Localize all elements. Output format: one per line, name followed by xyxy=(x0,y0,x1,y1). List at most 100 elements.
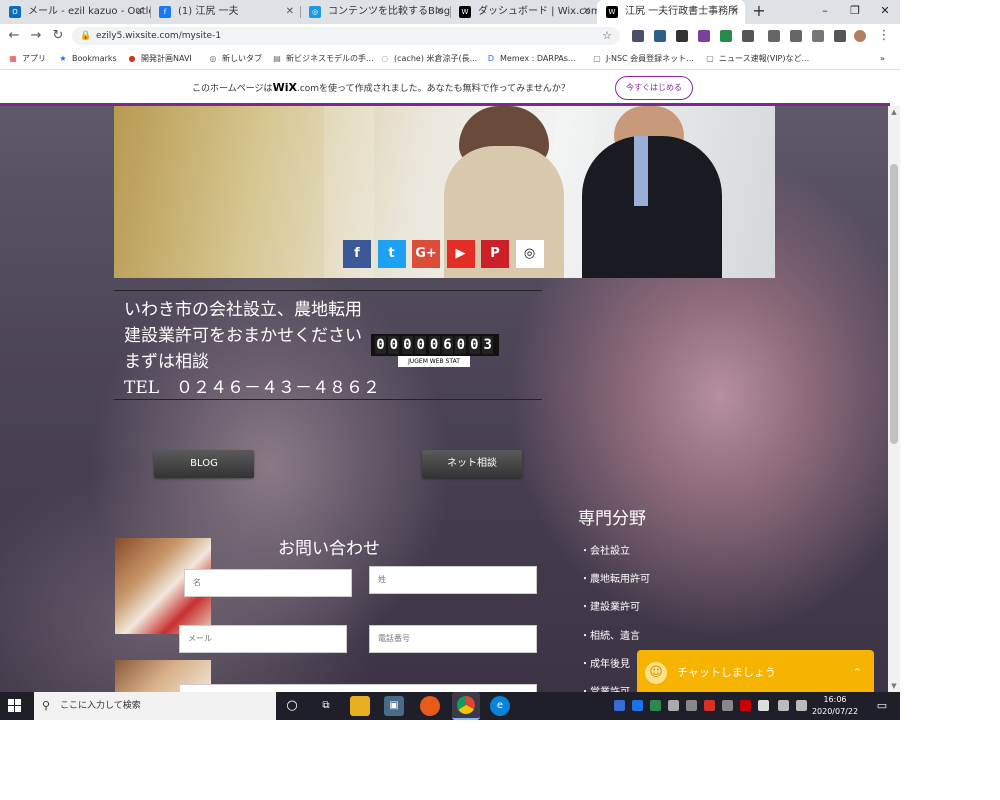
edge-icon[interactable]: e xyxy=(490,696,510,716)
youtube-icon[interactable]: ▶ xyxy=(446,240,475,268)
first-name-field[interactable]: 名 xyxy=(184,569,352,597)
specialty-item[interactable]: ・営業許可 xyxy=(580,683,630,692)
bookmark-item[interactable]: D Memex : DARPAs... xyxy=(486,48,576,70)
phone-field[interactable]: 電話番号 xyxy=(369,625,537,653)
bookmark-item[interactable]: ◎ 新しいタブ xyxy=(208,48,263,70)
bookmark-label: Bookmarks xyxy=(72,54,117,63)
file-explorer-icon[interactable] xyxy=(350,696,370,716)
bookmark-item[interactable]: ★ Bookmarks xyxy=(58,48,117,70)
pinterest-icon[interactable]: P xyxy=(481,240,509,268)
address-bar[interactable]: 🔒 ezily5.wixsite.com/mysite-1 ☆ xyxy=(72,27,620,45)
tray-icon[interactable] xyxy=(632,700,643,711)
close-window-button[interactable]: ✕ xyxy=(870,0,900,24)
maximize-button[interactable]: ❐ xyxy=(840,0,870,24)
specialty-item[interactable]: ・会社設立 xyxy=(580,542,630,557)
facebook-icon[interactable]: f xyxy=(343,240,371,268)
tray-icon[interactable] xyxy=(668,700,679,711)
browser-tab[interactable]: W ダッシュボード | Wix.com ✕ xyxy=(450,0,597,24)
extension-icon[interactable] xyxy=(790,30,802,42)
specialty-item[interactable]: ・成年後見 xyxy=(580,655,630,670)
volume-icon[interactable] xyxy=(796,700,807,711)
counter-digit: 6 xyxy=(442,336,453,354)
page-viewport: f t G+ ▶ P ◎ いわき市の会社設立、農地転用 建設業許可をおまかせください まず… xyxy=(0,106,888,692)
menu-icon[interactable]: ⋮ xyxy=(874,24,894,48)
browser-tab[interactable]: O メール - ezil kazuo - Outlook✕ xyxy=(0,0,150,24)
googleplus-icon[interactable]: G+ xyxy=(412,240,440,268)
browser-tab[interactable]: W 江尻 一夫行政書士事務所 ✕ xyxy=(597,0,745,24)
tray-icon[interactable] xyxy=(704,700,715,711)
bookmark-item[interactable]: ▤ 新ビジネスモデルの手... xyxy=(272,48,373,70)
page-scrollbar[interactable]: ▲ ▼ xyxy=(888,106,900,692)
tray-icon[interactable] xyxy=(740,700,751,711)
minimize-button[interactable]: – xyxy=(810,0,840,24)
bookmark-site-icon: ● xyxy=(128,54,136,63)
bookmark-star-icon[interactable]: ☆ xyxy=(602,27,612,45)
profile-avatar[interactable] xyxy=(854,30,866,42)
close-tab-icon[interactable]: ✕ xyxy=(583,0,591,24)
counter-label[interactable]: JUGEM WEB STAT xyxy=(398,356,470,367)
tray-icon[interactable] xyxy=(722,700,733,711)
cortana-icon[interactable]: ○ xyxy=(282,696,302,716)
chevron-up-icon[interactable]: ⌃ xyxy=(853,650,862,692)
wix-start-button[interactable]: 今すぐはじめる xyxy=(615,76,693,100)
tray-icon[interactable] xyxy=(650,700,661,711)
specialty-title: 専門分野 xyxy=(578,509,646,529)
close-tab-icon[interactable]: ✕ xyxy=(136,0,144,24)
task-view-icon[interactable]: ⧉ xyxy=(316,696,336,716)
url-text[interactable]: ezily5.wixsite.com/mysite-1 xyxy=(96,27,221,45)
firefox-icon[interactable] xyxy=(420,696,440,716)
close-tab-icon[interactable]: ✕ xyxy=(731,0,739,24)
smile-icon: ☺ xyxy=(645,662,667,684)
store-icon[interactable]: ▣ xyxy=(384,696,404,716)
chat-widget[interactable]: ☺ チャットしましょう ⌃ xyxy=(637,650,874,692)
extension-icon[interactable] xyxy=(676,30,688,42)
bookmark-item[interactable]: ◌ (cache) 米倉涼子(長... xyxy=(380,48,478,70)
extension-icon[interactable] xyxy=(632,30,644,42)
forward-icon[interactable]: → xyxy=(26,24,46,48)
message-field[interactable] xyxy=(179,684,537,692)
browser-tab[interactable]: ◎ コンテンツを比較するBlog方法✕ xyxy=(300,0,450,24)
instagram-icon[interactable]: ◎ xyxy=(515,240,544,268)
scrollbar-thumb[interactable] xyxy=(890,164,898,444)
tray-icon[interactable] xyxy=(614,700,625,711)
last-name-field[interactable]: 姓 xyxy=(369,566,537,594)
close-tab-icon[interactable]: ✕ xyxy=(436,0,444,24)
twitter-icon[interactable]: t xyxy=(377,240,406,268)
extension-icon[interactable] xyxy=(654,30,666,42)
specialty-item[interactable]: ・相続、遺言 xyxy=(580,627,640,642)
browser-tab[interactable]: f (1) 江尻 一夫 ✕ xyxy=(150,0,300,24)
bookmark-item[interactable]: ● 開発計画NAVI xyxy=(127,48,192,70)
onedrive-icon[interactable] xyxy=(686,700,697,711)
blog-button[interactable]: BLOG xyxy=(154,450,254,478)
bookmarks-overflow-button[interactable]: » xyxy=(880,48,885,70)
phone-number: TEL ０２４６－４３－４８６２ xyxy=(124,378,381,398)
extension-icon[interactable] xyxy=(742,30,754,42)
scroll-up-arrow-icon[interactable]: ▲ xyxy=(888,106,900,118)
bookmark-item[interactable]: ▦ アプリ xyxy=(8,48,46,70)
specialty-item[interactable]: ・建設業許可 xyxy=(580,598,640,613)
notification-icon[interactable]: ▭ xyxy=(872,692,892,720)
reload-icon[interactable]: ↻ xyxy=(48,24,68,48)
media-icon[interactable] xyxy=(834,30,846,42)
bookmark-item[interactable]: ▢ ニュース速報(VIP)など... xyxy=(705,48,809,70)
extensions-puzzle-icon[interactable] xyxy=(812,30,824,42)
taskbar-search[interactable]: ⚲ ここに入力して検索 xyxy=(34,692,276,720)
wifi-icon[interactable] xyxy=(778,700,789,711)
tray-icon[interactable] xyxy=(758,700,769,711)
taskbar-clock[interactable]: 16:06 2020/07/22 xyxy=(810,694,860,718)
extension-icon[interactable] xyxy=(768,30,780,42)
email-field[interactable]: メール xyxy=(179,625,347,653)
chat-label: チャットしましょう xyxy=(677,666,776,679)
chrome-icon[interactable] xyxy=(452,692,480,720)
site-icon: ◎ xyxy=(309,6,321,18)
extension-icon[interactable] xyxy=(720,30,732,42)
new-tab-button[interactable]: + xyxy=(750,0,768,24)
specialty-item[interactable]: ・農地転用許可 xyxy=(580,570,650,585)
onenote-icon[interactable] xyxy=(698,30,710,42)
back-icon[interactable]: ← xyxy=(4,24,24,48)
scroll-down-arrow-icon[interactable]: ▼ xyxy=(888,680,900,692)
net-consultation-button[interactable]: ネット相談 xyxy=(422,450,522,478)
close-tab-icon[interactable]: ✕ xyxy=(286,0,294,24)
windows-start-icon[interactable] xyxy=(8,699,22,713)
bookmark-item[interactable]: ▢ J-NSC 会員登録ネット... xyxy=(592,48,694,70)
